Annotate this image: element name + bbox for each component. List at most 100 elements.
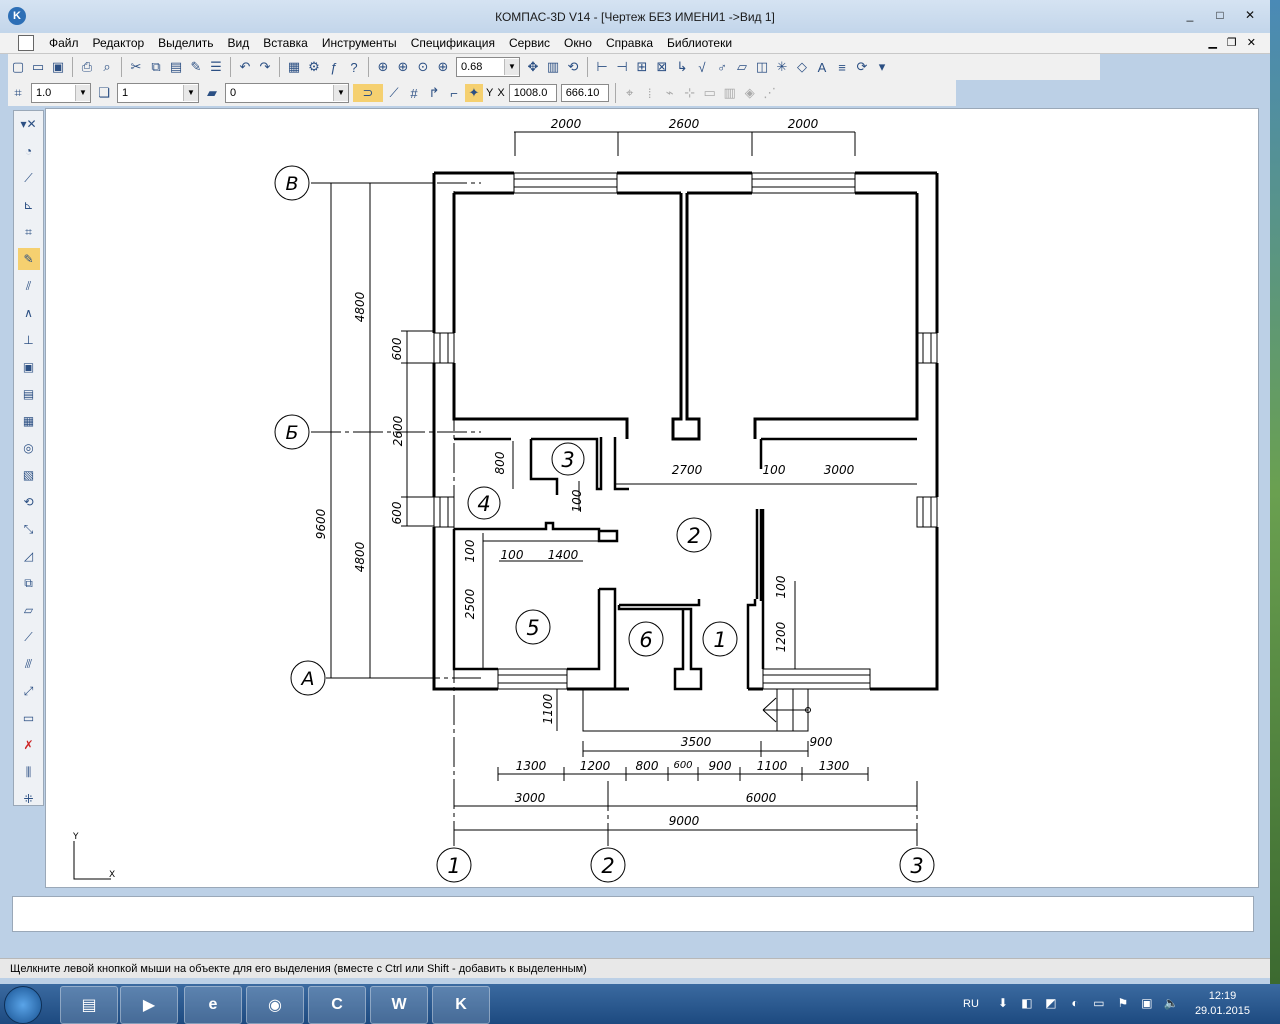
command-line-panel[interactable] — [12, 896, 1254, 932]
arc-icon[interactable]: ∧ — [18, 302, 40, 324]
copy-tool-icon[interactable]: ⧉ — [18, 572, 40, 594]
security-icon[interactable]: ◧ — [1019, 996, 1035, 1012]
ortho-icon[interactable]: ⟋ — [385, 84, 403, 102]
symbol-icon[interactable]: ⊠ — [653, 58, 671, 76]
stretch-icon[interactable]: ⤢ — [18, 680, 40, 702]
roughness-icon[interactable]: √ — [693, 58, 711, 76]
table-icon[interactable]: ◫ — [753, 58, 771, 76]
chrome-taskbar-icon[interactable]: ◉ — [246, 986, 304, 1024]
menu-window[interactable]: Окно — [557, 36, 599, 50]
filter-icon[interactable]: ⌖ — [621, 84, 639, 102]
word-taskbar-icon[interactable]: W — [370, 986, 428, 1024]
manager-icon[interactable]: ☰ — [207, 58, 225, 76]
scale-icon[interactable]: ⌗ — [9, 84, 27, 102]
trim-icon[interactable]: ⟋ — [18, 626, 40, 648]
style-combo[interactable]: 0 ▼ — [225, 83, 349, 103]
zoom-window-icon[interactable]: ⊕ — [374, 58, 392, 76]
menu-insert[interactable]: Вставка — [256, 36, 315, 50]
dimension-icon[interactable]: ⊢ — [593, 58, 611, 76]
break-icon[interactable]: ⫻ — [18, 653, 40, 675]
snap-magnet-icon[interactable]: ⊃ — [353, 84, 383, 102]
menu-tools[interactable]: Инструменты — [315, 36, 404, 50]
rotate-icon[interactable]: ⟲ — [18, 491, 40, 513]
rebuild-icon[interactable]: ⟳ — [853, 58, 871, 76]
geometry-icon[interactable]: ◔ — [18, 140, 40, 162]
kompas-taskbar-icon[interactable]: K — [432, 986, 490, 1024]
linear-dim-icon[interactable]: ⊣ — [613, 58, 631, 76]
split-icon[interactable]: ⫼ — [18, 761, 40, 783]
zoom-in-icon[interactable]: ⊕ — [394, 58, 412, 76]
ccleaner-taskbar-icon[interactable]: C — [308, 986, 366, 1024]
more-icon[interactable]: ▾ — [873, 58, 891, 76]
start-button[interactable] — [4, 986, 42, 1024]
menu-service[interactable]: Сервис — [502, 36, 557, 50]
menu-libraries[interactable]: Библиотеки — [660, 36, 739, 50]
menu-view[interactable]: Вид — [221, 36, 257, 50]
undo-icon[interactable]: ↶ — [236, 58, 254, 76]
doc-minimize-button[interactable]: ▁ — [1208, 36, 1216, 49]
snap-point-icon[interactable]: ✦ — [465, 84, 483, 102]
usb-icon[interactable]: ▭ — [1091, 996, 1107, 1012]
paste-icon[interactable]: ▤ — [167, 58, 185, 76]
language-indicator[interactable]: RU — [963, 998, 979, 1010]
tolerance-icon[interactable]: ♂ — [713, 58, 731, 76]
zoom-scale-icon[interactable]: ⊕ — [434, 58, 452, 76]
spec-icon[interactable]: ▤ — [18, 383, 40, 405]
point-icon[interactable]: ⟋ — [18, 167, 40, 189]
scale-tool-icon[interactable]: ⤡ — [18, 518, 40, 540]
marker-icon[interactable]: ◇ — [793, 58, 811, 76]
print-icon[interactable]: ⎙ — [78, 58, 96, 76]
delete-icon[interactable]: ✗ — [18, 734, 40, 756]
redo-icon[interactable]: ↷ — [256, 58, 274, 76]
grid-toggle-icon[interactable]: # — [405, 84, 423, 102]
text-icon[interactable]: ▱ — [733, 58, 751, 76]
display-icon[interactable]: ▣ — [1139, 996, 1155, 1012]
style-icon[interactable]: ▰ — [203, 84, 221, 102]
save-icon[interactable]: ▣ — [49, 58, 67, 76]
select-icon[interactable]: ▣ — [18, 356, 40, 378]
refresh-view-icon[interactable]: ▥ — [544, 58, 562, 76]
open-file-icon[interactable]: ▭ — [29, 58, 47, 76]
explorer-taskbar-icon[interactable]: ▤ — [60, 986, 118, 1024]
close-button[interactable]: ✕ — [1242, 8, 1258, 22]
menu-specification[interactable]: Спецификация — [404, 36, 502, 50]
array-icon[interactable]: ⁜ — [18, 788, 40, 810]
minimize-button[interactable]: _ — [1182, 8, 1198, 22]
download-icon[interactable]: ⬇ — [995, 996, 1011, 1012]
menu-help[interactable]: Справка — [599, 36, 660, 50]
variables-icon[interactable]: ⚙ — [305, 58, 323, 76]
tool-icon[interactable]: ◩ — [1043, 996, 1059, 1012]
deform-icon[interactable]: ▱ — [18, 599, 40, 621]
coord-y-field[interactable]: 666.10 — [560, 84, 609, 102]
menu-select[interactable]: Выделить — [151, 36, 220, 50]
document-icon[interactable] — [18, 35, 34, 51]
panel-collapse-icon[interactable]: ▾✕ — [18, 113, 40, 135]
disabled-tool-6-icon[interactable]: ◈ — [741, 84, 759, 102]
doc-close-button[interactable]: ✕ — [1247, 36, 1256, 49]
mirror-icon[interactable]: ◿ — [18, 545, 40, 567]
measure-icon[interactable]: ⊥ — [18, 329, 40, 351]
local-cs-icon[interactable]: ↱ — [425, 84, 443, 102]
disabled-tool-3-icon[interactable]: ⊹ — [681, 84, 699, 102]
cut-icon[interactable]: ✂ — [127, 58, 145, 76]
clock[interactable]: 12:19 29.01.2015 — [1195, 989, 1250, 1019]
hatch-icon[interactable]: ⌗ — [18, 221, 40, 243]
orthogonal-mode-icon[interactable]: ⌐ — [445, 84, 463, 102]
edit-icon[interactable]: ✎ — [17, 248, 40, 270]
parameters-icon[interactable]: ≡ — [833, 58, 851, 76]
scale-combo[interactable]: 1.0 ▼ — [31, 83, 91, 103]
menu-file[interactable]: Файл — [42, 36, 86, 50]
maximize-button[interactable]: □ — [1212, 8, 1228, 22]
formula-icon[interactable]: ƒ — [325, 58, 343, 76]
doc-restore-button[interactable]: ❐ — [1227, 36, 1237, 49]
layer-icon[interactable]: ❏ — [95, 84, 113, 102]
macro-icon[interactable]: ✳ — [773, 58, 791, 76]
zoom-all-icon[interactable]: ⊙ — [414, 58, 432, 76]
menu-editor[interactable]: Редактор — [86, 36, 152, 50]
help-icon[interactable]: ? — [345, 58, 363, 76]
preview-icon[interactable]: ⌕ — [98, 58, 116, 76]
leader-icon[interactable]: ↳ — [673, 58, 691, 76]
disabled-tool-1-icon[interactable]: ⁞ — [641, 84, 659, 102]
insert-icon[interactable]: ◎ — [18, 437, 40, 459]
layer-combo[interactable]: 1 ▼ — [117, 83, 199, 103]
